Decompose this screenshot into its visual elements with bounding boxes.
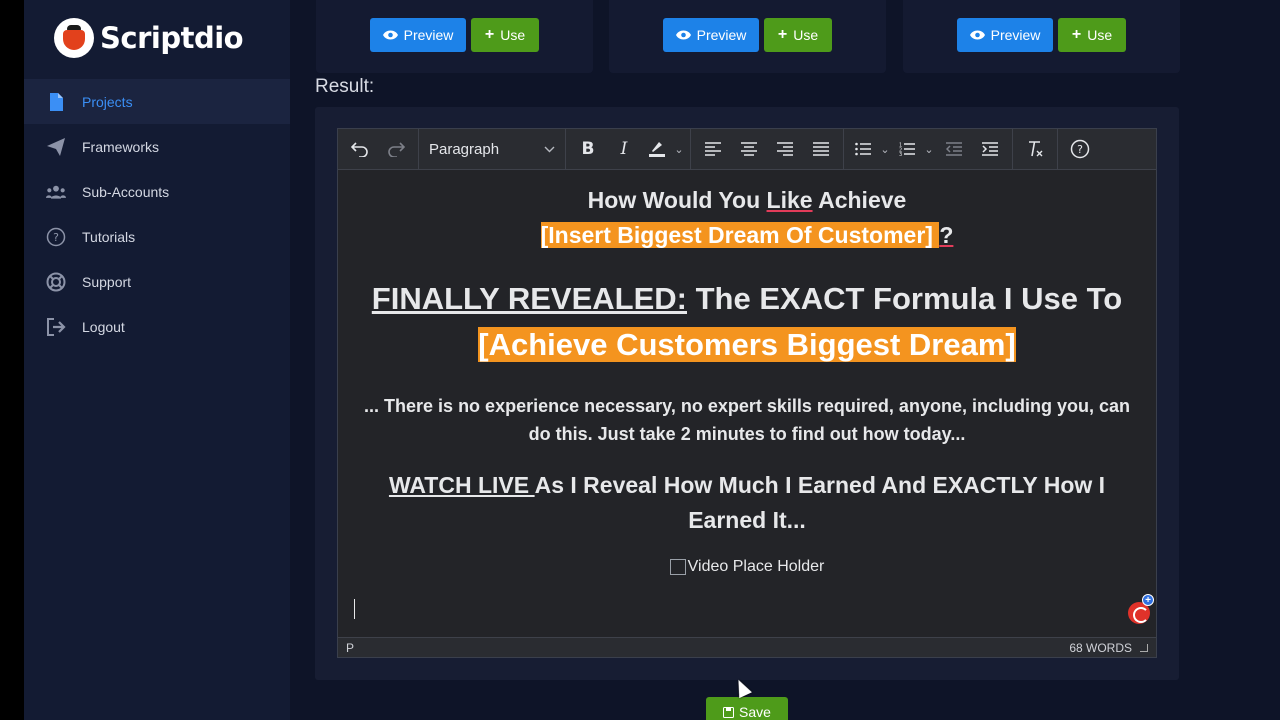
text-cursor [354,599,355,619]
highlighted-placeholder: [Insert Biggest Dream Of Customer] [540,222,940,248]
sidebar-item-sub-accounts[interactable]: Sub-Accounts [24,169,290,214]
spellcheck-word: Like [766,187,813,213]
document-icon [46,92,66,112]
preview-button[interactable]: Preview [957,18,1053,52]
sidebar: Scriptdio Projects Frameworks Sub-Accoun… [24,0,290,720]
sidebar-item-label: Logout [82,318,125,335]
chevron-down-icon[interactable]: ⌄ [672,143,686,156]
align-justify-icon[interactable] [803,132,839,166]
sidebar-item-projects[interactable]: Projects [24,79,290,124]
brand-name: Scriptdio [100,21,244,55]
video-placeholder-image[interactable]: Video Place Holder [338,558,1156,576]
align-left-icon[interactable] [695,132,731,166]
indent-icon[interactable] [972,132,1008,166]
use-button[interactable]: + Use [471,18,539,52]
text-color-icon[interactable] [642,132,672,166]
sidebar-item-label: Support [82,273,132,290]
headline-one: How Would You Like Achieve [Insert Bigge… [540,187,954,248]
align-center-icon[interactable] [731,132,767,166]
block-format-select[interactable]: Paragraph [419,141,565,158]
sidebar-item-label: Tutorials [82,228,136,245]
word-count[interactable]: 68 WORDS [1069,641,1132,655]
result-label: Result: [315,76,375,97]
use-button[interactable]: + Use [764,18,832,52]
headline-two: FINALLY REVEALED: The EXACT Formula I Us… [371,281,1123,362]
paper-plane-icon [46,137,66,157]
sidebar-item-tutorials[interactable]: ? Tutorials [24,214,290,259]
editor-statusbar: P 68 WORDS [338,637,1156,657]
body-paragraph: ... There is no experience necessary, no… [364,396,1130,444]
sidebar-item-support[interactable]: Support [24,259,290,304]
eye-icon [969,30,985,40]
svg-text:?: ? [1077,143,1083,156]
headline-three: WATCH LIVE As I Reveal How Much I Earned… [388,472,1106,533]
logo-mascot-icon [54,18,94,58]
editor-toolbar: Paragraph B I ⌄ ⌄ 1 2 3 ⌄ ? [338,129,1156,170]
chevron-down-icon[interactable]: ⌄ [922,143,936,156]
preview-button[interactable]: Preview [370,18,466,52]
undo-icon[interactable] [342,132,378,166]
plus-icon: + [1071,26,1082,43]
sidebar-item-frameworks[interactable]: Frameworks [24,124,290,169]
use-button[interactable]: + Use [1058,18,1126,52]
life-ring-icon [46,272,66,292]
question-circle-icon: ? [46,227,66,247]
numbered-list-icon[interactable]: 123 [892,132,922,166]
chevron-down-icon [544,146,555,153]
bullet-list-icon[interactable] [848,132,878,166]
clear-formatting-icon[interactable] [1017,132,1053,166]
svg-text:?: ? [53,231,59,244]
result-panel: Paragraph B I ⌄ ⌄ 1 2 3 ⌄ ? How Would Yo… [315,107,1179,680]
help-icon[interactable]: ? [1062,132,1098,166]
save-button[interactable]: Save [706,697,788,720]
italic-icon[interactable]: I [606,132,642,166]
align-right-icon[interactable] [767,132,803,166]
sidebar-item-label: Sub-Accounts [82,183,170,200]
brand-logo[interactable]: Scriptdio [54,18,244,58]
plus-icon: + [484,26,495,43]
eye-icon [675,30,691,40]
plus-icon: + [777,26,788,43]
sidebar-item-label: Projects [82,93,133,110]
svg-text:3: 3 [899,152,902,156]
chevron-down-icon[interactable]: ⌄ [878,143,892,156]
main-content: Preview + Use Preview + Use Preview + Us… [290,0,1280,720]
template-card: Preview + Use [609,0,886,73]
save-icon [723,706,735,718]
element-path[interactable]: P [346,641,354,655]
rich-text-editor: Paragraph B I ⌄ ⌄ 1 2 3 ⌄ ? How Would Yo… [337,128,1157,658]
resize-handle-icon[interactable] [1140,643,1148,652]
bold-icon[interactable]: B [570,132,606,166]
sidebar-item-logout[interactable]: Logout [24,304,290,349]
highlighted-placeholder: [Achieve Customers Biggest Dream] [478,327,1016,362]
users-icon [46,182,66,202]
template-card: Preview + Use [903,0,1180,73]
eye-icon [382,30,398,40]
broken-image-icon [669,559,686,575]
sidebar-nav: Projects Frameworks Sub-Accounts ? Tutor… [24,79,290,349]
editor-content[interactable]: How Would You Like Achieve [Insert Bigge… [338,170,1156,637]
template-card: Preview + Use [316,0,593,73]
outdent-icon[interactable] [936,132,972,166]
redo-icon[interactable] [378,132,414,166]
sign-out-icon [46,317,66,337]
preview-button[interactable]: Preview [663,18,759,52]
sidebar-item-label: Frameworks [82,138,160,155]
plus-badge-icon: + [1142,594,1154,606]
